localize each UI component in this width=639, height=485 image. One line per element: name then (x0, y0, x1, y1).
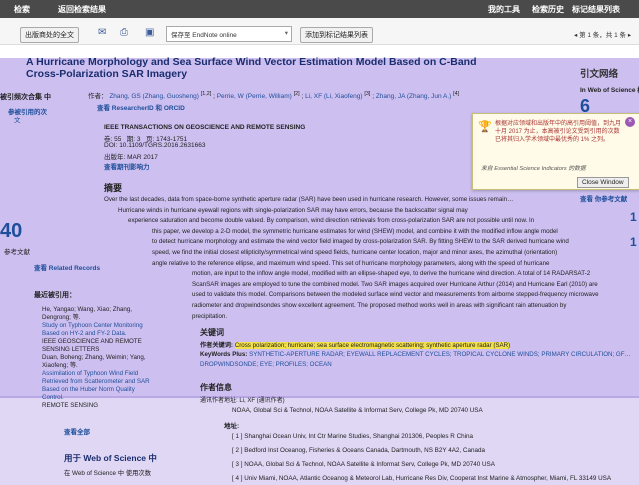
view-refs-link[interactable]: 查看 你参考文献 (580, 193, 627, 203)
cited-digit[interactable]: 1 (630, 210, 637, 224)
article-title-line-2: Cross-Polarization SAR Imagery (26, 68, 188, 80)
keywords-plus: KeyWords Plus: SYNTHETIC-APERTURE RADAR;… (200, 351, 631, 358)
address-item: [ 2 ] Bedford Inst Oceanog, Fisheries & … (232, 447, 485, 454)
publisher-fulltext-button[interactable]: 出版商处的全文 (20, 27, 79, 43)
record-toolbar: 出版商处的全文 ✉ ⎙ ▣ 保存至 EndNote online 添加到标记结果… (0, 18, 639, 45)
doi-line: DOI: 10.1109/TGRS.2016.2631663 (104, 142, 206, 149)
email-icon[interactable]: ✉ (98, 27, 106, 38)
corresponding-author: 通讯作者地址: Li, XF (通讯作者) (200, 398, 285, 404)
search-link[interactable]: 检索 (14, 4, 30, 15)
wos-usage-heading: 用于 Web of Science 中 (64, 453, 157, 463)
close-icon[interactable]: × (625, 117, 635, 127)
article-title-line-1: A Hurricane Morphology and Sea Surface W… (26, 56, 477, 68)
trophy-icon: 🏆 (478, 121, 492, 133)
save-icon[interactable]: ▣ (145, 27, 154, 38)
author-list: 作者： Zhang, GS (Zhang, Guosheng) [1,2] ; … (88, 90, 460, 100)
researcher-id-link[interactable]: 查看 ResearcherID 和 ORCID (97, 102, 185, 112)
recent-citation-authors: Duan, Boheng; Zhang, Weimin; Yang, Xiaof… (42, 354, 146, 369)
references-label: 参考文献 (4, 249, 30, 256)
my-tools-menu[interactable]: 我的工具 (488, 4, 520, 15)
marked-list-link[interactable]: 标记结果列表 (572, 4, 620, 15)
address-item: [ 1 ] Shanghai Ocean Univ, Int Ctr Marin… (232, 433, 474, 440)
address-item: [ 4 ] Univ Miami, NOAA, Atlantic Oceanog… (232, 475, 612, 482)
view-all-link[interactable]: 查看全部 (64, 426, 90, 436)
top-nav-bar: 检索 返回检索结果 我的工具 检索历史 标记结果列表 (0, 0, 639, 18)
author-link[interactable]: Zhang, JA (Zhang, Jun A.) (376, 93, 452, 100)
recent-citation-source: REMOTE SENSING (42, 402, 99, 409)
cited-by-link-cont[interactable]: 文 (14, 114, 21, 124)
recent-citation-title[interactable]: Study on Typhoon Center Monitoring Based… (42, 322, 154, 338)
keywords-heading: 关键词 (200, 328, 224, 337)
recent-citation-title[interactable]: Assimilation of Typhoon Wind Field Retri… (42, 370, 154, 402)
address-item: [ 3 ] NOAA, Global Sci & Technol, NOAA S… (232, 461, 495, 468)
author-link[interactable]: Zhang, GS (Zhang, Guosheng) (109, 93, 199, 100)
keywords-plus-cont[interactable]: DROPWINDSONDE; EYE; PROFILES; OCEAN (200, 361, 332, 368)
article-title: A Hurricane Morphology and Sea Surface W… (26, 56, 496, 82)
add-to-marked-list-button[interactable]: 添加到标记结果列表 (300, 27, 373, 43)
publication-date: 出版年: MAR 2017 (104, 154, 158, 161)
abstract-text: Over the last decades, data from space-b… (104, 196, 599, 320)
endnote-save-select[interactable]: 保存至 EndNote online (166, 26, 292, 42)
citation-network-heading: 引文网络 (580, 69, 619, 80)
tooltip-text: 根据对应领域和出版年中的高引用阈值，到九月十月 2017 为止，本高被引论文受到… (495, 121, 622, 143)
cited-digit[interactable]: 1 (630, 235, 637, 249)
recent-citations-list: He, Yangao; Wang, Xiao; Zhang, Dengrong;… (42, 306, 154, 410)
back-to-results-link[interactable]: 返回检索结果 (58, 4, 106, 15)
author-link[interactable]: Perrie, W (Perrie, William) (217, 93, 292, 100)
journal-name: IEEE TRANSACTIONS ON GEOSCIENCE AND REMO… (104, 124, 306, 131)
reference-count[interactable]: 40 (0, 220, 22, 243)
cited-count-heading: 被引频次合集 中 (0, 94, 51, 101)
corresponding-address: NOAA, Global Sci & Technol, NOAA Satelli… (232, 407, 483, 414)
search-history-link[interactable]: 检索历史 (532, 4, 564, 15)
close-window-button[interactable]: Close Window (577, 177, 629, 188)
abstract-heading: 摘要 (104, 183, 123, 193)
address-label: 地址: (224, 423, 240, 430)
recent-citation-source: IEEE GEOSCIENCE AND REMOTE SENSING LETTE… (42, 338, 142, 353)
print-icon[interactable]: ⎙ (120, 27, 128, 38)
wos-core-label: In Web of Science 核 (580, 87, 639, 94)
related-records-link[interactable]: 查看 Related Records (34, 262, 100, 272)
wos-usage-sub: 在 Web of Science 中 使用次数 (64, 470, 152, 477)
author-keywords: 作者关键词: Cross polarization; hurricane; se… (200, 342, 511, 349)
record-pager[interactable]: ◂ 第 1 条，共 1 条 ▸ (574, 29, 631, 39)
tooltip-source: 来自 Essential Science Indicators 的数据 (481, 166, 586, 172)
journal-impact-link[interactable]: 查看期刊影响力 (104, 161, 150, 171)
author-info-heading: 作者信息 (200, 383, 232, 392)
highly-cited-tooltip: 🏆 根据对应领域和出版年中的高引用阈值，到九月十月 2017 为止，本高被引论文… (472, 113, 639, 190)
author-link[interactable]: Li, XF (Li, Xiaofeng) (305, 93, 362, 100)
recent-citations-heading: 最近被引用： (34, 292, 76, 299)
recent-citation-authors: He, Yangao; Wang, Xiao; Zhang, Dengrong;… (42, 306, 133, 321)
